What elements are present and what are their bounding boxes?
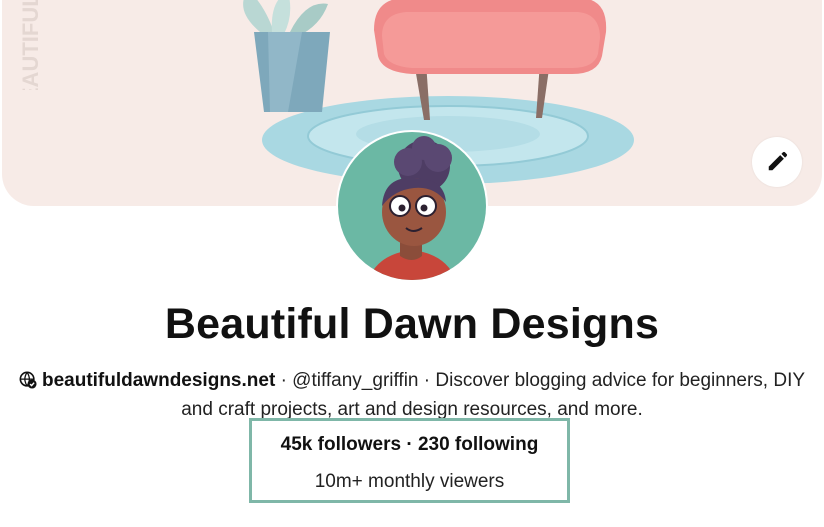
avatar-illustration xyxy=(338,132,486,280)
monthly-viewers: 10m+ monthly viewers xyxy=(314,471,505,492)
profile-stats-highlight: 45k followers · 230 following 10m+ month… xyxy=(249,418,570,503)
website-link[interactable]: beautifuldawndesigns.net xyxy=(42,370,275,391)
verified-website-icon xyxy=(19,371,37,389)
about-line-1: beautifuldawndesigns.net · @tiffany_grif… xyxy=(0,366,824,395)
pencil-icon xyxy=(768,151,788,171)
following-count[interactable]: 230 following xyxy=(418,434,538,455)
separator: · xyxy=(423,370,431,391)
description-line-1: Discover blogging advice for beginners, … xyxy=(435,370,806,391)
cover-watermark: BEAUTIFULD xyxy=(18,0,43,90)
followers-count[interactable]: 45k followers xyxy=(281,434,401,455)
profile-avatar[interactable] xyxy=(336,130,488,282)
profile-handle: @tiffany_griffin xyxy=(292,370,419,391)
follow-stats: 45k followers · 230 following xyxy=(252,434,567,456)
svg-text:BEAUTIFULD: BEAUTIFULD xyxy=(18,0,43,90)
edit-cover-button[interactable] xyxy=(752,137,802,187)
profile-name: Beautiful Dawn Designs xyxy=(164,300,660,348)
separator: · xyxy=(406,434,413,455)
separator: · xyxy=(280,370,287,391)
profile-about: beautifuldawndesigns.net · @tiffany_grif… xyxy=(0,366,824,424)
